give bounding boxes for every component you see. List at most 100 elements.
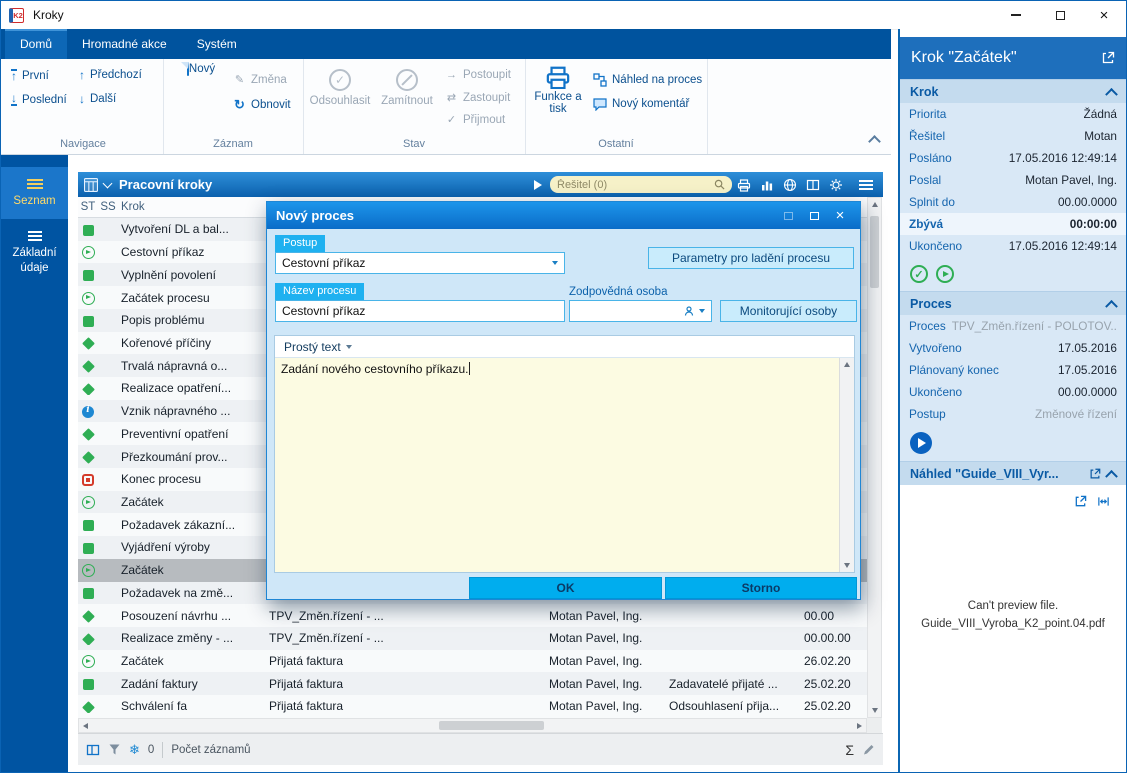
dialog-close-button[interactable]: × [829, 207, 851, 225]
last-record-button[interactable]: ↓Poslední [11, 93, 67, 106]
first-record-button[interactable]: ↑První [11, 69, 49, 82]
col-header-krok[interactable]: Krok [118, 201, 266, 213]
edit-pencil-icon[interactable] [862, 743, 875, 756]
cell-status [78, 654, 98, 668]
cell-status [78, 313, 98, 327]
section-header-krok[interactable]: Krok [900, 79, 1126, 103]
run-filter-play-icon[interactable] [534, 180, 542, 190]
cell-krok: Schválení fa [118, 699, 266, 713]
preview-line1: Can't preview file. [906, 597, 1120, 615]
grid-columns-icon[interactable] [84, 178, 98, 192]
status-diamond-icon [82, 383, 95, 396]
table-row[interactable]: Schválení faPřijatá fakturaMotan Pavel, … [78, 695, 867, 718]
table-row[interactable]: ZačátekPřijatá fakturaMotan Pavel, Ing.2… [78, 650, 867, 673]
forward-button[interactable]: →Postoupit [445, 69, 511, 81]
accept-button[interactable]: ✓Přijmout [445, 113, 505, 126]
cell-datum: 25.02.20 [801, 677, 867, 691]
tab-dropdown-icon[interactable] [346, 345, 352, 349]
section-header-nahled[interactable]: Náhled "Guide_VIII_Vyr... [900, 461, 1126, 485]
filter-icon[interactable] [108, 743, 121, 756]
cell-status [78, 540, 98, 554]
new-comment-button[interactable]: Nový komentář [593, 97, 689, 111]
open-external-icon[interactable] [1074, 495, 1087, 508]
process-debug-params-button[interactable]: Parametry pro ladění procesu [648, 247, 854, 269]
functions-print-button[interactable]: Funkce a tisk [529, 63, 587, 115]
process-note-textarea[interactable]: Zadání nového cestovního příkazu. [275, 358, 854, 572]
vertical-scrollbar[interactable] [867, 197, 882, 718]
section-header-proces[interactable]: Proces [900, 291, 1126, 315]
step-run-icon[interactable] [936, 265, 954, 283]
field-value: Motan Pavel, Ing. [1025, 173, 1117, 187]
minimize-button[interactable] [994, 2, 1038, 29]
approve-button[interactable]: ✓ Odsouhlasit [307, 65, 373, 107]
snowflake-icon[interactable]: ❄ [129, 742, 140, 758]
dialog-titlebar[interactable]: Nový proces × [267, 202, 860, 229]
postup-combobox[interactable]: Cestovní příkaz [275, 252, 565, 274]
pencil-icon: ✎ [233, 73, 246, 86]
ribbon-collapse-chevron[interactable] [868, 135, 881, 148]
close-button[interactable]: × [1082, 2, 1126, 29]
scroll-up-arrow[interactable] [872, 202, 878, 207]
web-button[interactable] [779, 176, 801, 194]
tab-hromadne-akce[interactable]: Hromadné akce [67, 29, 182, 59]
step-done-icon[interactable]: ✓ [910, 265, 928, 283]
reject-button[interactable]: Zamítnout [375, 65, 439, 107]
tab-system[interactable]: Systém [182, 29, 252, 59]
col-header-st[interactable]: ST [78, 201, 98, 213]
ok-button[interactable]: OK [469, 577, 662, 599]
table-row[interactable]: Realizace změny - ...TPV_Změn.řízení - .… [78, 627, 867, 650]
columns-button[interactable] [802, 176, 824, 194]
ribbon: ↑První ↓Poslední ↑Předchozí ↓Další Navig… [1, 59, 891, 155]
dialog-maximize-button[interactable] [803, 207, 825, 225]
split-view-icon[interactable] [86, 743, 100, 757]
chevron-down-icon[interactable] [103, 179, 113, 189]
scroll-up-arrow[interactable] [844, 362, 850, 367]
new-record-button[interactable]: Nový [175, 63, 227, 75]
menu-button[interactable] [855, 176, 877, 194]
table-row[interactable]: Zadání fakturyPřijatá fakturaMotan Pavel… [78, 672, 867, 695]
scroll-down-arrow[interactable] [844, 563, 850, 568]
sidebar-item-seznam[interactable]: Seznam [1, 167, 68, 219]
panel-field-row: Posláno17.05.2016 12:49:14 [900, 147, 1126, 169]
tab-prosty-text[interactable]: Prostý text [284, 340, 341, 354]
settings-button[interactable] [825, 176, 847, 194]
scroll-left-arrow[interactable] [83, 723, 88, 729]
dialog-restore-button[interactable] [777, 207, 799, 225]
cell-krok: Kořenové příčiny [118, 336, 266, 350]
process-run-button[interactable] [910, 432, 932, 454]
monitoring-persons-button[interactable]: Monitorující osoby [720, 300, 857, 322]
responsible-person-combobox[interactable] [569, 300, 712, 322]
process-name-input[interactable]: Cestovní příkaz [275, 300, 565, 322]
fit-width-icon[interactable] [1097, 495, 1110, 508]
cell-krok: Přezkoumání prov... [118, 450, 266, 464]
scroll-down-arrow[interactable] [872, 708, 878, 713]
hscroll-thumb[interactable] [439, 721, 544, 730]
open-in-window-icon[interactable] [1101, 51, 1115, 65]
cell-status [78, 563, 98, 577]
table-row[interactable]: Posouzení návrhu ...TPV_Změn.řízení - ..… [78, 604, 867, 627]
change-record-button[interactable]: ✎Změna [233, 73, 287, 86]
maximize-button[interactable] [1038, 2, 1082, 29]
horizontal-scrollbar[interactable] [78, 718, 867, 733]
print-button[interactable] [733, 176, 755, 194]
storno-button[interactable]: Storno [665, 577, 857, 599]
field-value: Žádná [1084, 107, 1117, 121]
textarea-scrollbar[interactable] [839, 358, 854, 572]
refresh-button[interactable]: ↻Obnovit [233, 97, 291, 113]
next-record-button[interactable]: ↓Další [79, 93, 116, 105]
resitel-search-input[interactable]: Řešitel (0) [550, 176, 732, 193]
sidebar-item-zakladni-udaje[interactable]: Základní údaje [1, 219, 68, 286]
process-preview-button[interactable]: Náhled na proces [593, 73, 702, 87]
col-header-ss[interactable]: SS [98, 201, 118, 213]
previous-record-button[interactable]: ↑Předchozí [79, 69, 142, 81]
open-in-window-icon[interactable] [1089, 468, 1101, 480]
substitute-button[interactable]: ⇄Zastoupit [445, 91, 510, 104]
chart-button[interactable] [756, 176, 778, 194]
window-title: Kroky [33, 8, 64, 22]
sum-icon[interactable]: Σ [845, 742, 854, 758]
tab-domu[interactable]: Domů [5, 29, 67, 59]
scroll-right-arrow[interactable] [857, 723, 862, 729]
status-stop-icon [82, 474, 94, 486]
vscroll-thumb[interactable] [870, 216, 879, 288]
collapse-chevron-icon [1105, 470, 1118, 483]
